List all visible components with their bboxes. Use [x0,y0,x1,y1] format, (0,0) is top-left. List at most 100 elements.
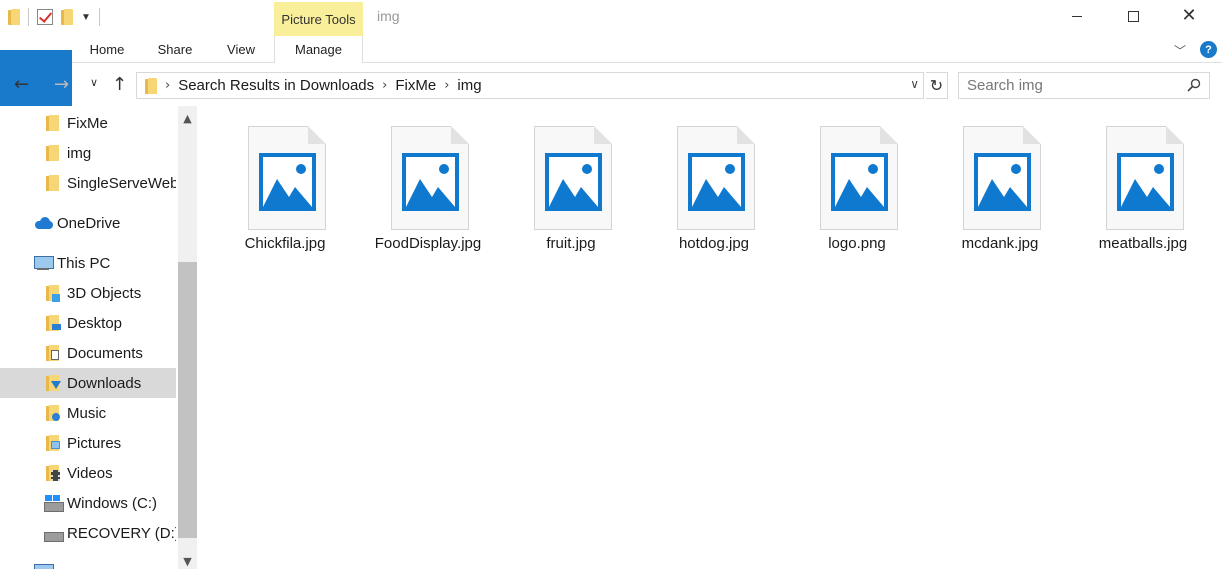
sidebar-item-documents[interactable]: Documents [0,338,176,368]
sidebar-item-label: Windows (C:) [67,494,158,512]
maximize-button[interactable] [1110,0,1156,32]
ribbon-tabs: File Home Share View Manage ﹀ ? [0,36,1222,200]
search-box[interactable] [958,72,1210,99]
search-icon[interactable] [1187,78,1201,92]
file-name: fruit.jpg [546,235,596,252]
tab-home[interactable]: Home [80,36,134,62]
file-item[interactable]: Chickfila.jpg [226,120,344,270]
file-item[interactable]: hotdog.jpg [655,120,773,270]
file-item[interactable]: mcdank.jpg [941,120,1059,270]
image-file-icon [963,126,1041,230]
help-icon[interactable]: ? [1200,41,1217,58]
sidebar-item-label: This PC [57,254,111,272]
sidebar-scrollbar-thumb[interactable] [178,262,197,538]
breadcrumb-separator-icon[interactable]: › [444,78,449,93]
tab-view[interactable]: View [218,36,264,62]
sidebar-item-recovery-d[interactable]: RECOVERY (D:) [0,518,176,548]
music-note-icon [52,413,60,421]
file-name: mcdank.jpg [961,235,1039,252]
up-arrow-icon[interactable]: ↑ [112,74,127,95]
refresh-button[interactable]: ↻ [926,72,948,99]
file-item[interactable]: logo.png [798,120,916,270]
breadcrumb-search-results[interactable]: Search Results in Downloads [178,77,374,94]
file-name: Chickfila.jpg [244,235,326,252]
file-name: FoodDisplay.jpg [374,235,482,252]
sidebar-item-label: 3D Objects [67,284,142,302]
picture-icon [51,441,60,449]
close-icon: ✕ [1181,5,1197,26]
back-arrow-icon[interactable]: ← [14,74,29,95]
sidebar-item-onedrive[interactable]: OneDrive [0,208,176,238]
divider [28,8,29,26]
properties-icon[interactable] [37,9,53,25]
breadcrumb-fixme[interactable]: FixMe [395,77,436,94]
picture-tools-context-label: Picture Tools [274,2,363,36]
sidebar-item-label: Documents [67,344,143,362]
image-file-icon [391,126,469,230]
expand-ribbon-chevron-icon[interactable]: ﹀ [1174,42,1186,59]
file-item[interactable]: FoodDisplay.jpg [369,120,487,270]
sidebar-item-label: Desktop [67,314,123,332]
3d-cube-icon [52,294,60,302]
address-history-dropdown-icon[interactable]: ∨ [910,77,919,91]
sidebar-item-label: SingleServeWebs [67,174,176,192]
new-folder-icon[interactable] [61,9,73,25]
sidebar-item-singleservewebs[interactable]: SingleServeWebs [0,168,176,198]
title-bar: ▼ Picture Tools img ✕ [0,0,1222,36]
sidebar-item-label: OneDrive [57,214,121,232]
sidebar-item-pictures[interactable]: Pictures [0,428,176,458]
file-item[interactable]: meatballs.jpg [1084,120,1202,270]
recent-locations-chevron-icon[interactable]: ∨ [90,76,98,89]
scroll-down-arrow-icon[interactable]: ▼ [178,553,197,569]
address-bar[interactable]: › Search Results in Downloads › FixMe › … [136,72,924,99]
onedrive-icon [33,217,53,229]
maximize-icon [1127,10,1139,22]
image-file-icon [1106,126,1184,230]
sidebar-item-network-partial[interactable] [0,552,176,569]
folder-icon [145,77,157,94]
document-page-icon [51,350,59,360]
close-button[interactable]: ✕ [1166,0,1212,32]
sidebar-item-this-pc[interactable]: This PC [0,248,176,278]
sidebar-item-videos[interactable]: Videos [0,458,176,488]
file-item[interactable]: fruit.jpg [512,120,630,270]
window-title: img [377,8,400,24]
sidebar-item-label: Pictures [67,434,122,452]
search-input[interactable] [967,77,1177,94]
sidebar-item-label: img [67,144,92,162]
navigation-bar: ← → ∨ ↑ › Search Results in Downloads › … [0,64,1222,106]
breadcrumb-separator-icon[interactable]: › [165,78,170,93]
tab-manage[interactable]: Manage [274,36,363,63]
sidebar-item-label: Music [67,404,107,422]
forward-arrow-icon[interactable]: → [54,74,69,95]
breadcrumb-img[interactable]: img [457,77,481,94]
scroll-up-arrow-icon[interactable]: ▲ [178,110,197,126]
minimize-button[interactable] [1054,0,1100,32]
this-pc-icon [33,256,54,270]
sidebar-item-img[interactable]: img [0,138,176,168]
file-view: Chickfila.jpg FoodDisplay.jpg fruit.jpg … [198,106,1222,569]
tab-share[interactable]: Share [150,36,200,62]
folder-icon [46,115,60,131]
navigation-pane: FixMe img SingleServeWebs OneDrive This … [0,106,198,569]
sidebar-item-windows-c[interactable]: Windows (C:) [0,488,176,518]
film-strip-icon [51,470,60,481]
refresh-icon: ↻ [929,76,944,95]
folder-icon [46,145,60,161]
breadcrumb-separator-icon[interactable]: › [382,78,387,93]
customize-toolbar-dropdown-icon[interactable]: ▼ [81,12,91,23]
sidebar-item-downloads[interactable]: Downloads [0,368,176,398]
download-arrow-icon [51,381,61,389]
sidebar-item-label: Videos [67,464,113,482]
image-file-icon [677,126,755,230]
desktop-screen-icon [52,324,61,330]
file-name: logo.png [828,235,886,252]
sidebar-item-3d-objects[interactable]: 3D Objects [0,278,176,308]
file-name: meatballs.jpg [1098,235,1188,252]
sidebar-item-desktop[interactable]: Desktop [0,308,176,338]
drive-icon [44,528,64,542]
sidebar-item-music[interactable]: Music [0,398,176,428]
image-file-icon [534,126,612,230]
sidebar-item-fixme[interactable]: FixMe [0,108,176,138]
minimize-icon [1072,15,1082,17]
